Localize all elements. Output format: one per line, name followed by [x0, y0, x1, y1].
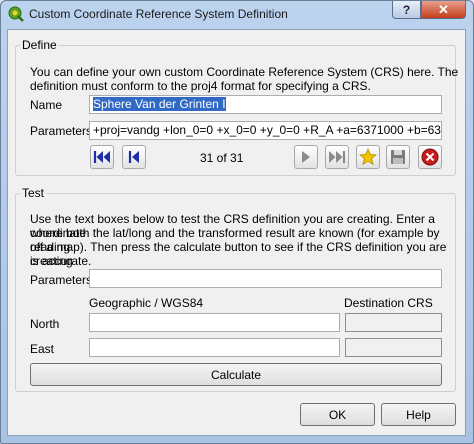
new-button[interactable]: [356, 145, 380, 169]
test-parameters-label: Parameters: [30, 273, 93, 287]
test-description-line-3: off a map). Then press the calculate but…: [30, 240, 447, 268]
previous-record-button[interactable]: [122, 145, 146, 169]
destination-north-field: [345, 313, 442, 332]
parameters-label: Parameters: [30, 124, 93, 138]
last-record-icon: [329, 151, 346, 163]
geographic-header: Geographic / WGS84: [89, 296, 204, 310]
delete-button[interactable]: [418, 145, 442, 169]
define-description-line-1: You can define your own custom Coordinat…: [30, 65, 459, 79]
title-help-button[interactable]: ?: [392, 1, 421, 19]
new-star-icon: [359, 148, 377, 166]
north-field[interactable]: [89, 313, 340, 332]
east-label: East: [30, 342, 55, 356]
destination-east-field: [345, 338, 442, 357]
test-description-line-4: is accurate.: [30, 254, 92, 268]
name-label: Name: [30, 98, 63, 112]
window-title: Custom Coordinate Reference System Defin…: [29, 7, 288, 21]
next-record-icon: [302, 151, 310, 163]
test-group-label: Test: [22, 186, 45, 200]
help-button[interactable]: Help: [381, 403, 456, 426]
record-counter: 31 of 31: [200, 151, 244, 165]
title-bar[interactable]: Custom Coordinate Reference System Defin…: [1, 1, 473, 27]
save-button[interactable]: [386, 145, 410, 169]
previous-record-icon: [128, 151, 139, 163]
define-description-line-2: definition must conform to the proj4 for…: [30, 79, 371, 93]
delete-icon: [421, 148, 439, 166]
title-close-button[interactable]: ✕: [421, 1, 466, 19]
test-parameters-field[interactable]: [89, 269, 442, 288]
parameters-field-value: +proj=vandg +lon_0=0 +x_0=0 +y_0=0 +R_A …: [93, 123, 441, 137]
calculate-button[interactable]: Calculate: [30, 363, 442, 386]
save-disk-icon: [391, 150, 405, 164]
next-record-button[interactable]: [294, 145, 318, 169]
east-field[interactable]: [89, 338, 340, 357]
ok-button[interactable]: OK: [300, 403, 375, 426]
name-field[interactable]: Sphere Van der Grinten I: [89, 95, 442, 114]
destination-header: Destination CRS: [344, 296, 433, 310]
parameters-field[interactable]: +proj=vandg +lon_0=0 +x_0=0 +y_0=0 +R_A …: [89, 121, 442, 140]
first-record-button[interactable]: [90, 145, 114, 169]
north-label: North: [30, 317, 60, 331]
first-record-icon: [93, 151, 110, 163]
qgis-icon: [8, 6, 24, 22]
define-group-label: Define: [22, 38, 57, 52]
last-record-button[interactable]: [325, 145, 349, 169]
name-field-value: Sphere Van der Grinten I: [93, 97, 226, 111]
